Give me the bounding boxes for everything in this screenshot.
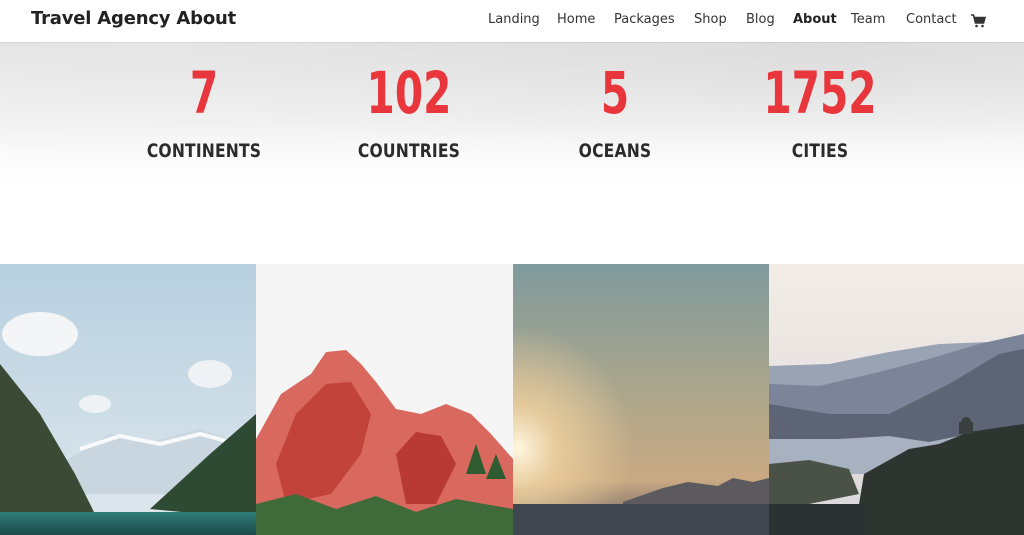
- red-rock-formation-image[interactable]: [256, 264, 513, 535]
- stat-countries: 102 COUNTRIES: [319, 62, 499, 162]
- nav-item-home[interactable]: Home: [557, 12, 595, 27]
- nav-item-team[interactable]: Team: [851, 12, 885, 27]
- nav-item-shop[interactable]: Shop: [694, 12, 727, 27]
- stat-label: OCEANS: [578, 140, 652, 162]
- stats-section: 7 CONTINENTS 102 COUNTRIES 5 OCEANS 1752…: [0, 42, 1024, 222]
- mountain-lake-image[interactable]: [0, 264, 256, 535]
- nav-item-landing[interactable]: Landing: [488, 12, 540, 27]
- shopping-cart-icon[interactable]: [971, 14, 986, 28]
- stat-number: 5: [600, 59, 630, 127]
- river-gorge-image[interactable]: [769, 264, 1024, 535]
- sunset-over-sea-image[interactable]: [513, 264, 769, 535]
- photo-gallery: [0, 264, 1024, 535]
- stat-oceans: 5 OCEANS: [525, 62, 705, 162]
- stat-label: CONTINENTS: [146, 140, 262, 162]
- stat-label: CITIES: [791, 140, 849, 162]
- stat-number: 1752: [763, 59, 877, 127]
- nav-item-contact[interactable]: Contact: [906, 12, 957, 27]
- stat-continents: 7 CONTINENTS: [114, 62, 294, 162]
- nav-item-about[interactable]: About: [793, 12, 837, 27]
- stat-cities: 1752 CITIES: [730, 62, 910, 162]
- site-header: Travel Agency About Landing Home Package…: [0, 0, 1024, 42]
- stat-label: COUNTRIES: [357, 140, 461, 162]
- nav-item-blog[interactable]: Blog: [746, 12, 775, 27]
- stat-number: 7: [189, 59, 219, 127]
- nav-item-packages[interactable]: Packages: [614, 12, 675, 27]
- main-nav: Landing Home Packages Shop Blog About Te…: [0, 12, 1024, 32]
- stat-number: 102: [366, 59, 452, 127]
